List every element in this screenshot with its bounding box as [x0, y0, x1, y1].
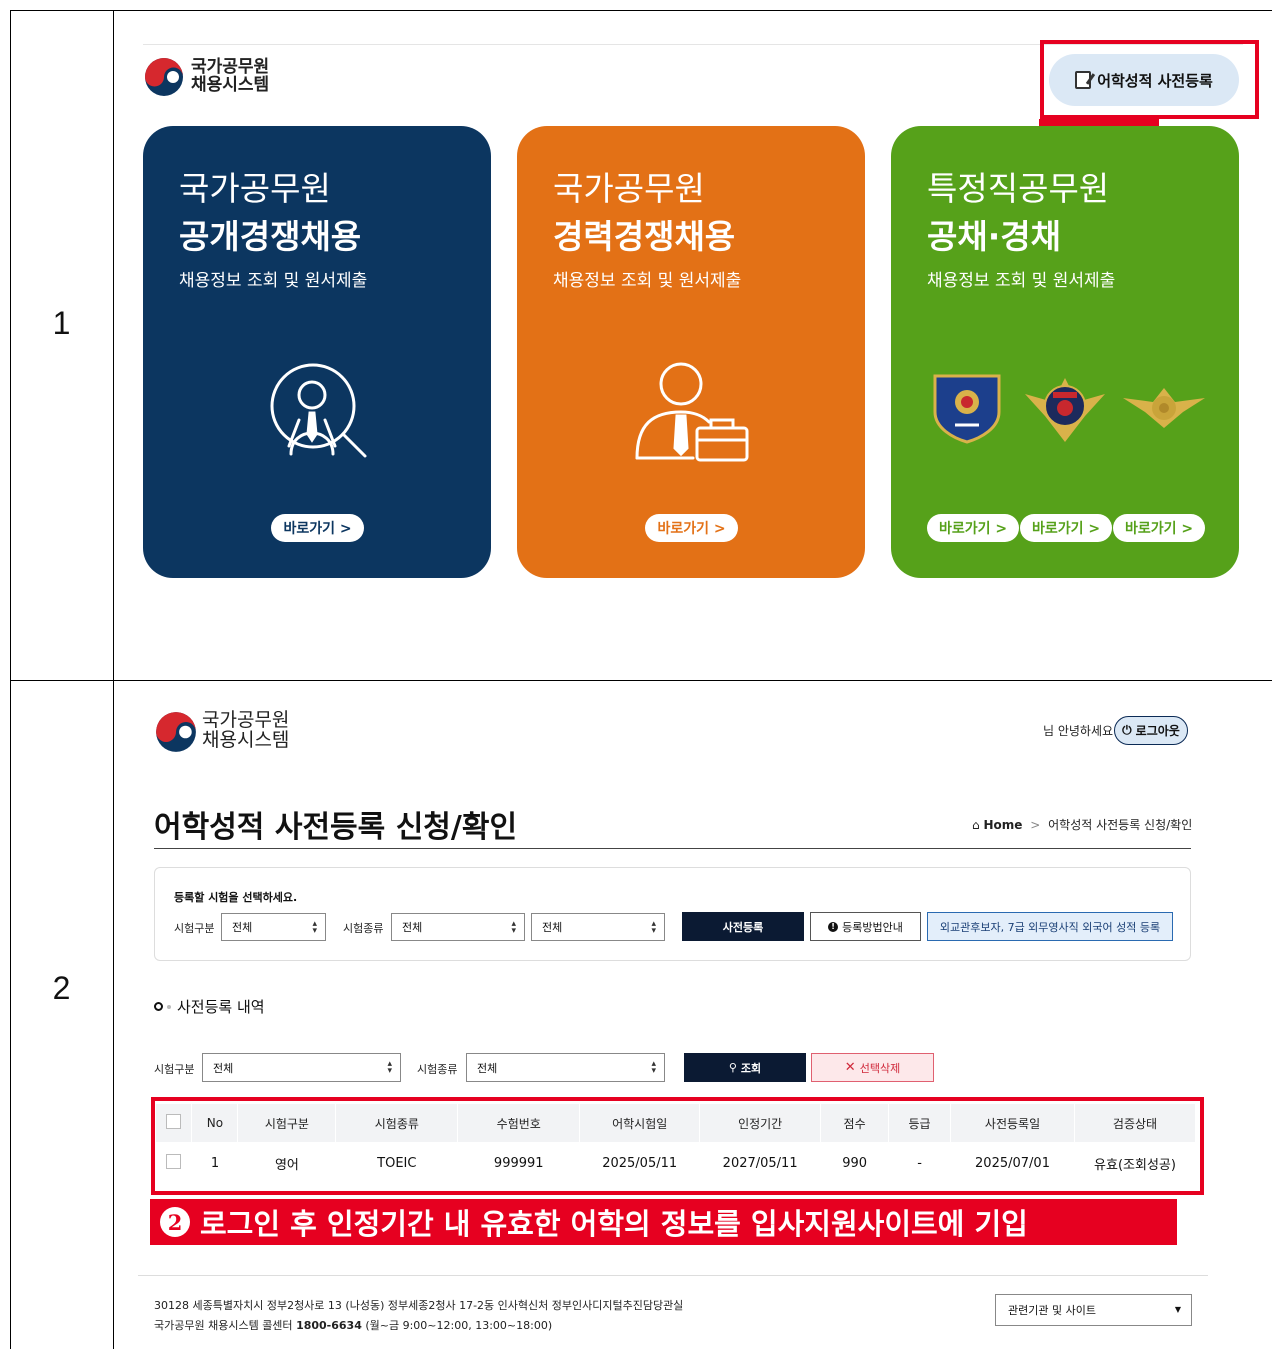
- registration-guide-button[interactable]: ! 등록방법안내: [810, 912, 921, 941]
- breadcrumb-home[interactable]: Home: [983, 818, 1022, 832]
- footer-divider: [138, 1275, 1208, 1276]
- callcenter-number: 1800-6634: [296, 1319, 362, 1332]
- exam-kind-label: 시험종류: [343, 922, 384, 935]
- select-arrow-icon: ▴ ▾: [511, 919, 516, 936]
- person-search-icon: [270, 363, 367, 458]
- registration-guide-label: 등록방법안내: [842, 920, 903, 934]
- card-title2: 공개경쟁채용: [179, 217, 362, 256]
- history-title-text: 사전등록 내역: [177, 998, 265, 1016]
- search-icon: ⚲: [728, 1061, 737, 1074]
- taegeuk-logo-icon: [154, 710, 196, 752]
- card-title1: 국가공무원: [179, 169, 331, 208]
- chevron-down-icon: ▼: [1174, 1305, 1181, 1314]
- card-career-recruitment[interactable]: 국가공무원 경력경쟁채용 채용정보 조회 및 원서제출 바로가기 >: [517, 126, 865, 578]
- search-label: 조회: [740, 1061, 762, 1075]
- exam-sub-select[interactable]: 전체 ▴ ▾: [531, 913, 665, 941]
- logo-line2: 채용시스템: [202, 729, 290, 751]
- breadcrumb: ⌂ Home > 어학성적 사전등록 신청/확인: [972, 816, 1192, 833]
- card-title2: 경력경쟁채용: [553, 217, 736, 256]
- exam-kind-value: 전체: [402, 921, 423, 934]
- goto-button-career[interactable]: 바로가기 >: [645, 514, 738, 542]
- coast-guard-emblem-icon: [1025, 378, 1105, 442]
- person-briefcase-icon: [635, 362, 749, 462]
- delete-selected-label: 선택삭제: [859, 1061, 901, 1075]
- page-title: 어학성적 사전등록 신청/확인: [154, 810, 518, 845]
- select-arrow-icon: ▴ ▾: [312, 919, 317, 936]
- diplomat-score-register-button[interactable]: 외교관후보자, 7급 외무영사직 외국어 성적 등록: [927, 912, 1173, 941]
- card-desc: 채용정보 조회 및 원서제출: [927, 271, 1116, 291]
- exam-sub-value: 전체: [542, 921, 563, 934]
- goto-button-coast-guard[interactable]: 바로가기 >: [1020, 514, 1112, 542]
- related-sites-select[interactable]: 관련기관 및 사이트 ▼: [995, 1294, 1192, 1326]
- history-exam-type-select[interactable]: 전체 ▴ ▾: [202, 1053, 401, 1082]
- history-exam-type-value: 전체: [213, 1061, 234, 1075]
- footer-callcenter: 국가공무원 채용시스템 콜센터 1800-6634 (월~금 9:00~12:0…: [154, 1317, 552, 1333]
- close-icon: ✕: [844, 1060, 856, 1075]
- exam-type-label: 시험구분: [174, 922, 215, 935]
- card-open-recruitment[interactable]: 국가공무원 공개경쟁채용 채용정보 조회 및 원서제출 바로가기 >: [143, 126, 491, 578]
- title-divider: [154, 848, 1191, 849]
- site-logo[interactable]: 국가공무원 채용시스템: [143, 56, 269, 98]
- card-special-service[interactable]: 특정직공무원 공채·경채 채용정보 조회 및 원서제출 바로가기 > 바로가기 …: [891, 126, 1239, 578]
- step2-number: 2: [160, 1207, 190, 1237]
- column-divider: [113, 10, 114, 1349]
- bullet-dot-icon: [167, 1004, 171, 1009]
- footer-address: 30128 세종특별자치시 정부2청사로 13 (나성동) 정부세종2청사 17…: [154, 1299, 684, 1312]
- power-icon: ⏻: [1122, 723, 1132, 737]
- logo-line2: 채용시스템: [191, 75, 270, 95]
- callcenter-prefix: 국가공무원 채용시스템 콜센터: [154, 1319, 297, 1332]
- logo-line1: 국가공무원: [202, 709, 290, 732]
- history-exam-kind-label: 시험종류: [417, 1063, 458, 1076]
- fire-service-emblem-icon: [1123, 388, 1205, 428]
- card-title1: 국가공무원: [553, 169, 705, 208]
- step2-callout: 2 로그인 후 인정기간 내 유효한 어학의 정보를 입사지원사이트에 기입: [150, 1199, 1177, 1245]
- goto-button-fire[interactable]: 바로가기 >: [1113, 514, 1205, 542]
- search-button[interactable]: ⚲ 조회: [684, 1053, 806, 1082]
- police-emblem-icon: [933, 374, 1001, 444]
- greeting-text: 님 안녕하세요: [1043, 724, 1114, 738]
- preregister-submit-button[interactable]: 사전등록: [682, 912, 804, 941]
- callcenter-hours: (월~금 9:00~12:00, 13:00~18:00): [361, 1319, 553, 1332]
- select-arrow-icon: ▴ ▾: [387, 1059, 392, 1076]
- exam-kind-select[interactable]: 전체 ▴ ▾: [391, 913, 525, 941]
- step2-text: 로그인 후 인정기간 내 유효한 어학의 정보를 입사지원사이트에 기입: [200, 1207, 1028, 1241]
- goto-button-open[interactable]: 바로가기 >: [271, 514, 364, 542]
- delete-selected-button[interactable]: ✕ 선택삭제: [811, 1053, 934, 1082]
- breadcrumb-separator: >: [1030, 818, 1041, 832]
- related-sites-label: 관련기관 및 사이트: [1008, 1304, 1096, 1317]
- exam-type-select[interactable]: 전체 ▴ ▾: [221, 913, 326, 941]
- row-divider: [10, 680, 1272, 681]
- history-exam-type-label: 시험구분: [154, 1063, 195, 1076]
- exam-type-value: 전체: [232, 921, 253, 934]
- select-arrow-icon: ▴ ▾: [651, 919, 656, 936]
- card-desc: 채용정보 조회 및 원서제출: [553, 271, 742, 291]
- goto-button-police[interactable]: 바로가기 >: [927, 514, 1019, 542]
- select-arrow-icon: ▴ ▾: [651, 1059, 656, 1076]
- highlight-box-step1: [1040, 40, 1259, 119]
- site-logo-2[interactable]: 국가공무원 채용시스템: [154, 710, 289, 752]
- card-desc: 채용정보 조회 및 원서제출: [179, 271, 368, 291]
- logout-label: 로그아웃: [1135, 724, 1180, 738]
- history-exam-kind-select[interactable]: 전체 ▴ ▾: [466, 1053, 665, 1082]
- taegeuk-logo-icon: [143, 56, 185, 98]
- bullet-icon: [154, 1002, 163, 1011]
- card-title2: 공채·경채: [927, 217, 1061, 256]
- history-exam-kind-value: 전체: [477, 1061, 498, 1075]
- info-icon: !: [828, 921, 839, 932]
- logout-button[interactable]: ⏻ 로그아웃: [1114, 716, 1188, 745]
- home-icon: ⌂: [972, 818, 980, 832]
- filter-hint: 등록할 시험을 선택하세요.: [174, 891, 298, 904]
- breadcrumb-current: 어학성적 사전등록 신청/확인: [1048, 818, 1193, 832]
- card-title1: 특정직공무원: [927, 169, 1110, 208]
- row-number-1: 1: [52, 305, 71, 341]
- history-section-title: 사전등록 내역: [154, 996, 265, 1017]
- highlight-box-step2: [151, 1097, 1204, 1195]
- row-number-2: 2: [52, 970, 71, 1006]
